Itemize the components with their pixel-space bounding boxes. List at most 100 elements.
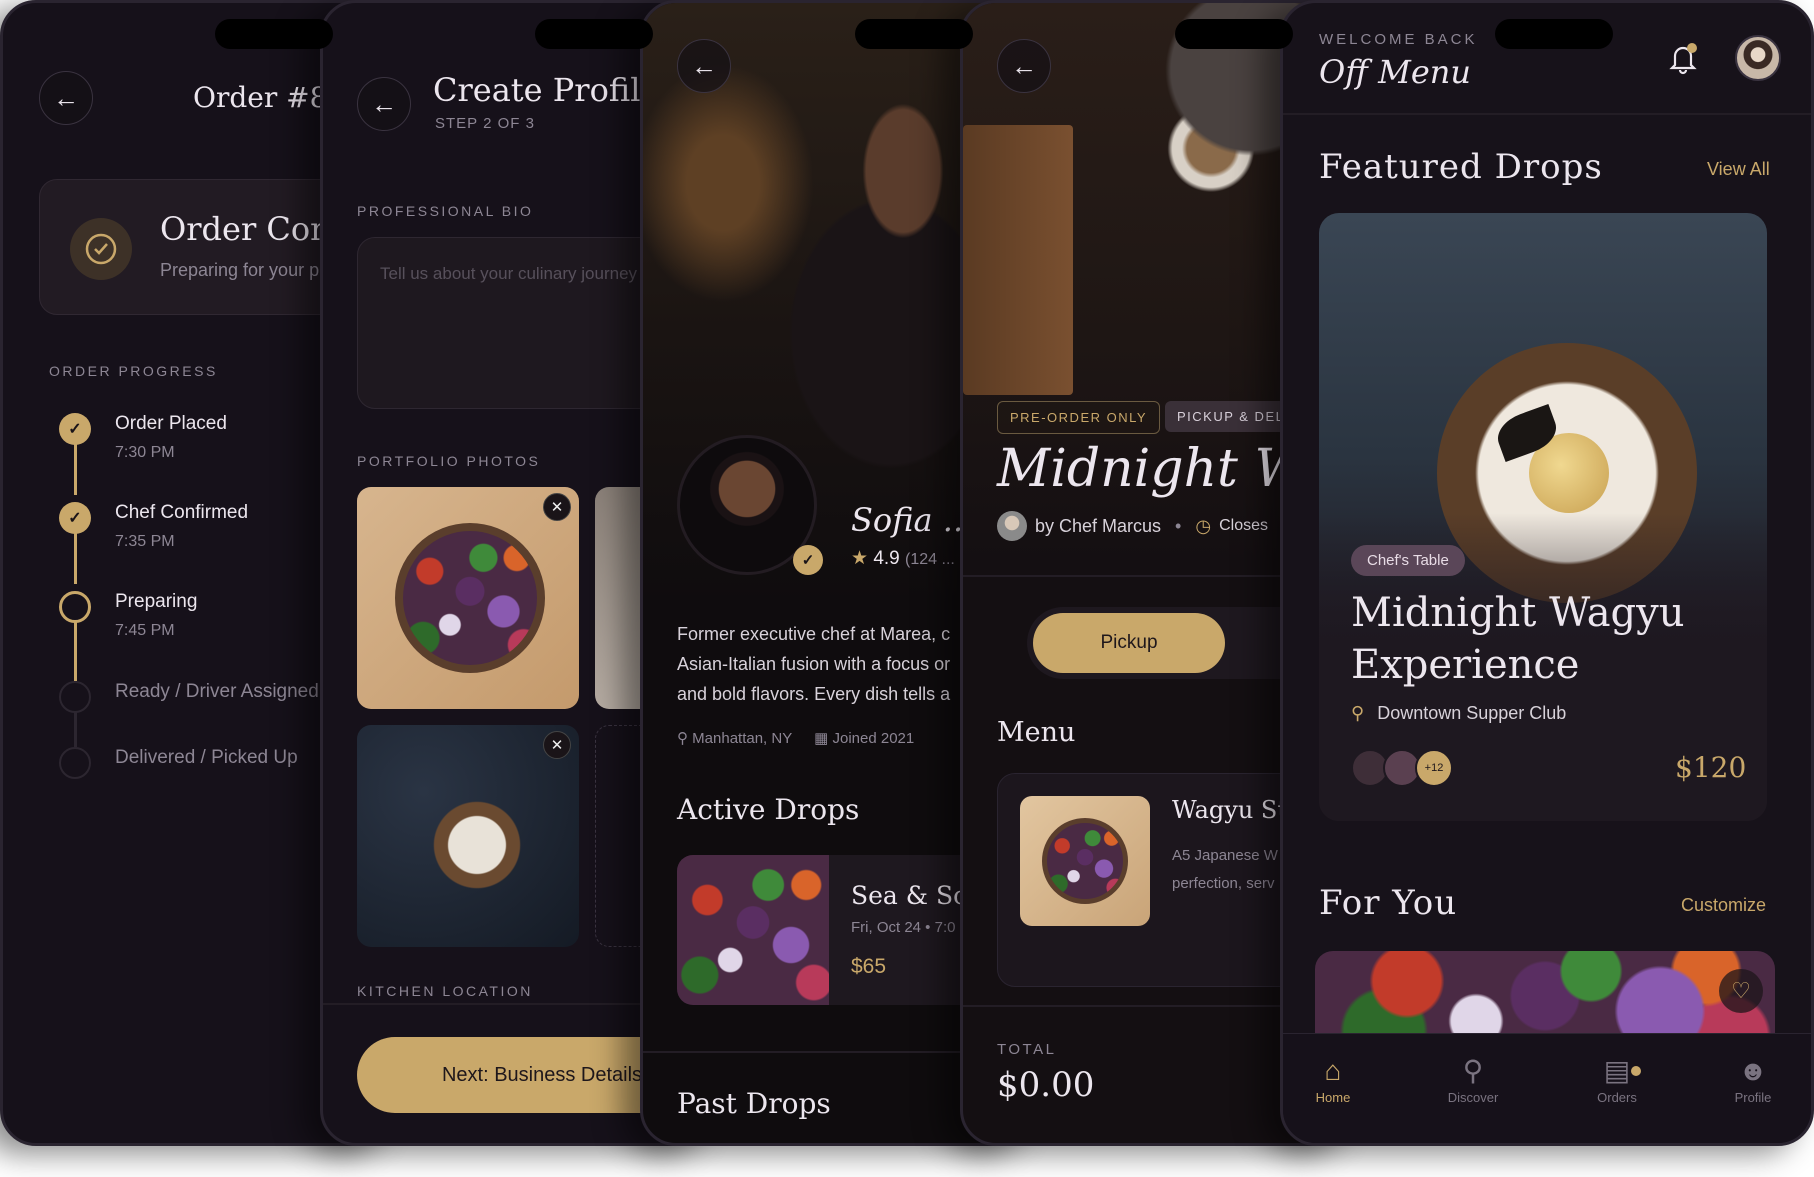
check-icon: ✓ xyxy=(59,502,91,534)
check-icon: ✓ xyxy=(59,413,91,445)
rating-value: 4.9 xyxy=(873,548,900,569)
step-time: 7:30 PM xyxy=(115,444,175,461)
chef-name: by Chef Marcus xyxy=(1035,515,1162,536)
closes-text: Closes xyxy=(1219,517,1268,534)
phone-notch xyxy=(1495,19,1613,49)
portfolio-label: PORTFOLIO PHOTOS xyxy=(357,453,541,469)
user-icon: ☻ xyxy=(1738,1055,1768,1086)
phone-notch xyxy=(1175,19,1293,49)
progress-line xyxy=(74,443,77,495)
food-image xyxy=(427,795,527,895)
drop-meta: by Chef Marcus • ◷ Closes xyxy=(997,511,1268,541)
nav-home[interactable]: ⌂ Home xyxy=(1283,1052,1383,1105)
step-label: Order Placed xyxy=(115,413,227,434)
food-image xyxy=(1042,818,1128,904)
arrow-left-icon: ← xyxy=(371,88,397,119)
more-attendees-badge: +12 xyxy=(1415,749,1453,787)
menu-item-image xyxy=(1020,796,1150,926)
location-pin-icon: ⚲ xyxy=(677,730,688,747)
receipt-icon: ▤ xyxy=(1603,1055,1631,1086)
phone-notch xyxy=(535,19,653,49)
calendar-icon: ▦ xyxy=(814,730,829,747)
star-icon: ★ xyxy=(851,548,869,569)
pickup-button[interactable]: Pickup xyxy=(1033,613,1225,673)
review-count: (124 ... xyxy=(905,551,955,568)
progress-heading: ORDER PROGRESS xyxy=(49,363,218,379)
home-screen: WELCOME BACK Off Menu Featured Drops Vie… xyxy=(1280,0,1814,1146)
chef-rating: ★ 4.9 (124 ... xyxy=(851,547,955,570)
user-avatar[interactable] xyxy=(1735,35,1781,81)
chef-name: Sofia ... xyxy=(851,501,974,539)
featured-title: Midnight Wagyu Experience xyxy=(1351,587,1685,691)
drop-price: $65 xyxy=(851,955,887,978)
notification-bell-icon[interactable] xyxy=(1663,41,1703,81)
back-button[interactable]: ← xyxy=(39,71,93,125)
app-showcase: ← Order #829 Order Confirmed Preparing f… xyxy=(0,0,1814,1177)
separator-dot: • xyxy=(1175,515,1182,536)
close-icon[interactable]: ✕ xyxy=(543,493,571,521)
arrow-left-icon: ← xyxy=(53,82,79,113)
check-circle-icon xyxy=(70,218,132,280)
kitchen-location-label: KITCHEN LOCATION xyxy=(357,983,533,999)
chef-avatar xyxy=(997,511,1027,541)
bio-placeholder: Tell us about your culinary journey xyxy=(380,264,638,283)
featured-price: $120 xyxy=(1675,751,1747,784)
bottom-navigation: ⌂ Home ⚲ Discover ▤ Orders ☻ Profile xyxy=(1283,1033,1811,1143)
progress-line xyxy=(74,532,77,584)
divider xyxy=(1283,113,1811,115)
heart-icon[interactable]: ♡ xyxy=(1719,969,1763,1013)
step-time: 7:35 PM xyxy=(115,533,175,550)
back-button[interactable]: ← xyxy=(997,39,1051,93)
featured-heading: Featured Drops xyxy=(1319,147,1603,187)
featured-drop-card[interactable]: Chef's Table Midnight Wagyu Experience ⚲… xyxy=(1319,213,1767,821)
past-drops-heading: Past Drops xyxy=(677,1087,831,1120)
nav-discover[interactable]: ⚲ Discover xyxy=(1423,1052,1523,1105)
nav-label: Home xyxy=(1315,1090,1351,1105)
step-time: 7:45 PM xyxy=(115,622,175,639)
nav-label: Profile xyxy=(1734,1090,1772,1105)
portfolio-photo[interactable]: ✕ xyxy=(357,487,579,709)
brand-name: Off Menu xyxy=(1319,53,1471,91)
menu-item-description: A5 Japanese W perfection, serv xyxy=(1172,842,1278,898)
menu-item-name: Wagyu St xyxy=(1172,796,1287,824)
chefs-table-badge: Chef's Table xyxy=(1351,545,1465,576)
search-icon: ⚲ xyxy=(1462,1055,1484,1086)
portfolio-photo[interactable]: ✕ xyxy=(357,725,579,947)
phone-notch xyxy=(215,19,333,49)
bio-line: Asian-Italian fusion with a focus or xyxy=(677,654,951,674)
chef-bio: Former executive chef at Marea, c Asian-… xyxy=(677,619,950,709)
cutting-board xyxy=(963,125,1073,395)
featured-location: ⚲ Downtown Supper Club xyxy=(1351,703,1566,724)
home-icon: ⌂ xyxy=(1324,1055,1342,1086)
close-icon[interactable]: ✕ xyxy=(543,731,571,759)
nav-label: Discover xyxy=(1447,1090,1499,1105)
step-label: Delivered / Picked Up xyxy=(115,747,298,768)
verified-icon: ✓ xyxy=(793,545,823,575)
chef-location: Manhattan, NY xyxy=(692,730,792,747)
attendee-avatars: +12 xyxy=(1351,749,1461,789)
total-value: $0.00 xyxy=(997,1065,1095,1105)
progress-line xyxy=(74,621,77,681)
pending-step-indicator xyxy=(59,747,91,779)
progress-line xyxy=(74,711,77,747)
nav-profile[interactable]: ☻ Profile xyxy=(1703,1052,1803,1105)
step-label: Preparing xyxy=(115,591,198,612)
view-all-link[interactable]: View All xyxy=(1707,159,1770,180)
bio-line: and bold flavors. Every dish tells a xyxy=(677,684,951,704)
total-label: TOTAL xyxy=(997,1041,1057,1058)
arrow-left-icon: ← xyxy=(1011,50,1037,81)
location-text: Downtown Supper Club xyxy=(1377,703,1567,723)
nav-orders[interactable]: ▤ Orders xyxy=(1567,1052,1667,1105)
arrow-left-icon: ← xyxy=(691,50,717,81)
back-button[interactable]: ← xyxy=(677,39,731,93)
drop-date: Fri, Oct 24 • 7:0 xyxy=(851,919,956,936)
bio-line: Former executive chef at Marea, c xyxy=(677,624,951,644)
chef-joined: Joined 2021 xyxy=(832,730,915,747)
welcome-text: WELCOME BACK xyxy=(1319,31,1478,48)
phone-notch xyxy=(855,19,973,49)
customize-link[interactable]: Customize xyxy=(1681,895,1766,916)
clock-icon: ◷ xyxy=(1195,515,1212,536)
for-you-heading: For You xyxy=(1319,883,1458,923)
back-button[interactable]: ← xyxy=(357,77,411,131)
bio-label: PROFESSIONAL BIO xyxy=(357,203,534,219)
